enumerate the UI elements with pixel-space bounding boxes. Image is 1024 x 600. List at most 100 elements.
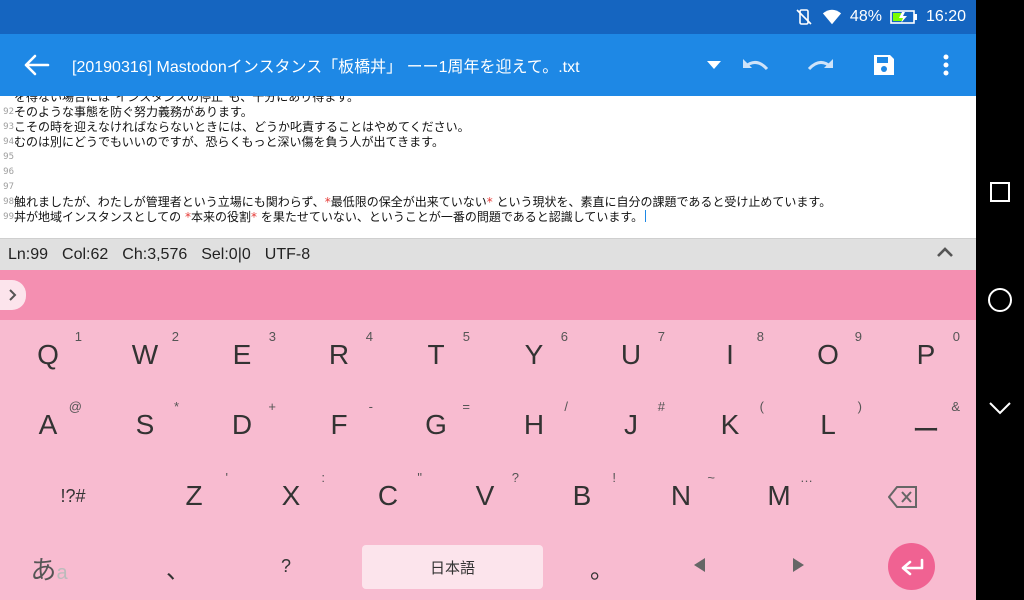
line-text: 丼が地域インスタンスとしての *本来の役割* を果たせていない、ということが一番…	[14, 210, 647, 225]
file-dropdown-button[interactable]	[700, 34, 728, 96]
keyboard-expand-button[interactable]	[0, 280, 26, 310]
key-s[interactable]: S *	[97, 395, 193, 455]
key-l[interactable]: L)	[780, 395, 876, 455]
more-vert-icon	[943, 54, 949, 76]
square-icon	[990, 182, 1010, 202]
line-number: 97	[3, 182, 14, 192]
key-sublabel: "	[417, 470, 422, 485]
key-symbols[interactable]: !?#	[25, 466, 121, 526]
text-editor-area[interactable]: を得ない場合には"インスタンスの停止"も、十分にあり得ます。 92 そのような事…	[0, 96, 976, 238]
back-button[interactable]	[16, 34, 56, 96]
expand-panel-button[interactable]	[936, 245, 954, 263]
backspace-key[interactable]	[854, 466, 950, 526]
key-m[interactable]: M…	[731, 466, 827, 526]
line-number: 94	[3, 137, 14, 147]
key-sublabel: :	[321, 470, 325, 485]
key-sublabel: @	[68, 399, 82, 414]
editor-line: を得ない場合には"インスタンスの停止"も、十分にあり得ます。	[0, 96, 976, 105]
key-label: 、	[166, 557, 190, 584]
key-sublabel: =	[462, 399, 470, 414]
undo-button[interactable]	[736, 34, 776, 96]
caret-down-icon	[707, 61, 721, 69]
save-button[interactable]	[864, 34, 904, 96]
keyboard-suggestion-bar	[0, 270, 976, 320]
key-sublabel: 3	[268, 329, 276, 344]
line-number: 93	[3, 122, 14, 132]
recents-button[interactable]	[976, 168, 1024, 216]
key-sublabel: 1	[74, 329, 82, 344]
key-r[interactable]: R4	[291, 325, 387, 385]
key-n[interactable]: N ~	[633, 466, 729, 526]
key-long-vowel[interactable]: ー &	[878, 395, 974, 455]
enter-key[interactable]	[888, 543, 935, 590]
key-sublabel: 0	[952, 329, 960, 344]
key-h[interactable]: H /	[486, 395, 582, 455]
vibrate-off-icon	[794, 7, 814, 27]
key-f[interactable]: F-	[291, 395, 387, 455]
key-j[interactable]: J #	[583, 395, 679, 455]
key-sublabel: 8	[756, 329, 764, 344]
text-segment: を果たせていない、ということが一番の問題であると認識しています。	[257, 210, 644, 224]
question-key[interactable]: ?	[238, 536, 334, 596]
line-number: 92	[3, 107, 14, 117]
cursor-left-key[interactable]	[652, 536, 748, 596]
key-v[interactable]: V?	[437, 466, 533, 526]
backspace-icon	[888, 486, 917, 508]
more-options-button[interactable]	[928, 34, 964, 96]
arrow-left-icon	[24, 54, 50, 76]
key-sublabel: ?	[511, 470, 519, 485]
key-sublabel: *	[173, 399, 179, 414]
key-q[interactable]: Q1	[0, 325, 96, 385]
key-a[interactable]: A @	[0, 395, 96, 455]
key-x[interactable]: X:	[243, 466, 339, 526]
editor-line: 94 むのは別にどうでもいいのですが、恐らくもっと深い傷を負う人が出てきます。	[0, 135, 976, 150]
key-sublabel: 6	[560, 329, 568, 344]
software-keyboard: Q1 W2 E3 R4 T5 Y6 U7 I8 O9 P0 A @ S * D + F…	[0, 270, 976, 600]
key-t[interactable]: T5	[388, 325, 484, 385]
app-toolbar: [20190316] Mastodonインスタンス「板橋丼」 ーー1周年を迎えて…	[0, 34, 976, 96]
key-i[interactable]: I8	[682, 325, 778, 385]
text-cursor	[645, 210, 647, 222]
key-g[interactable]: G =	[388, 395, 484, 455]
key-y[interactable]: Y6	[486, 325, 582, 385]
period-key[interactable]: 。	[554, 536, 650, 596]
key-k[interactable]: K(	[682, 395, 778, 455]
text-segment: 本来の役割	[190, 210, 251, 224]
key-sublabel: 4	[365, 329, 373, 344]
kana-toggle-key[interactable]: あa	[14, 536, 84, 596]
editor-line: 99 丼が地域インスタンスとしての *本来の役割* を果たせていない、ということ…	[0, 210, 976, 225]
key-sublabel: ~	[707, 470, 715, 485]
key-d[interactable]: D +	[194, 395, 290, 455]
clock: 16:20	[925, 8, 966, 25]
key-sublabel: …	[800, 470, 813, 485]
key-z[interactable]: Z '	[146, 466, 242, 526]
hide-keyboard-button[interactable]	[976, 384, 1024, 432]
text-editor-app: 48% 16:20 [20190316] Mastodonインスタンス「板橋丼」…	[0, 0, 976, 600]
key-sublabel: 9	[854, 329, 862, 344]
battery-charging-icon	[890, 7, 918, 27]
line-text: むのは別にどうでもいいのですが、恐らくもっと深い傷を負う人が出てきます。	[14, 135, 444, 149]
key-o[interactable]: O9	[780, 325, 876, 385]
cursor-right-key[interactable]	[750, 536, 846, 596]
key-sublabel: #	[657, 399, 665, 414]
key-p[interactable]: P0	[878, 325, 974, 385]
line-number: 99	[3, 212, 14, 222]
key-c[interactable]: C "	[340, 466, 436, 526]
chevron-down-icon	[989, 402, 1011, 415]
key-sublabel: /	[564, 399, 568, 414]
column-indicator: Col:62	[62, 245, 109, 263]
char-count: Ch:3,576	[122, 245, 188, 263]
redo-button[interactable]	[800, 34, 840, 96]
key-label: あa	[14, 550, 84, 587]
key-label: ー	[911, 415, 940, 446]
home-button[interactable]	[976, 276, 1024, 324]
battery-percent: 48%	[849, 8, 882, 25]
comma-key[interactable]: 、	[130, 536, 226, 596]
wifi-icon	[822, 7, 842, 27]
key-e[interactable]: E3	[194, 325, 290, 385]
editor-line: 97	[0, 180, 976, 195]
space-key[interactable]: 日本語	[362, 545, 543, 589]
key-u[interactable]: U7	[583, 325, 679, 385]
key-b[interactable]: B!	[534, 466, 630, 526]
key-w[interactable]: W2	[97, 325, 193, 385]
